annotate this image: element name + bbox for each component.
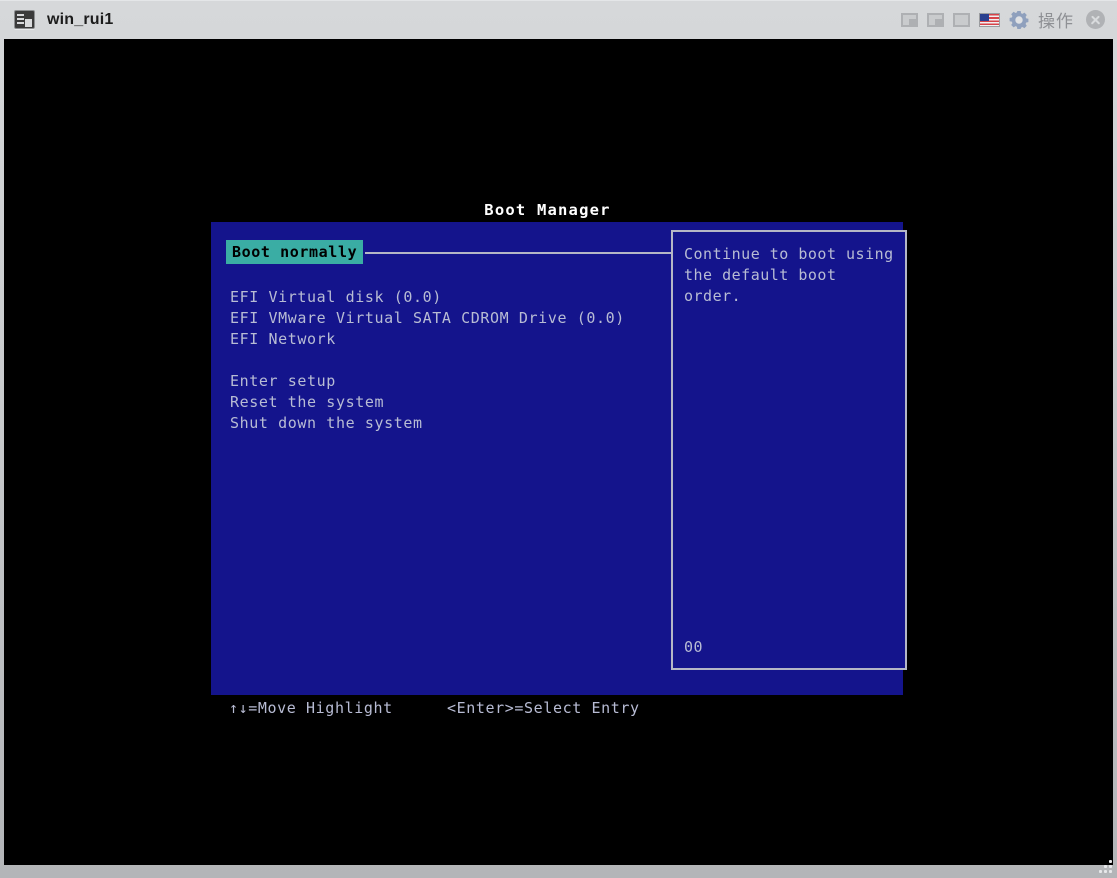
minimize-button[interactable] — [901, 12, 918, 27]
menu-item-shut-down-the-system[interactable]: Shut down the system — [226, 413, 646, 434]
application-window: win_rui1 操作 Boot Manager Boot normally E… — [0, 0, 1117, 878]
menu-item-efi-network[interactable]: EFI Network — [226, 329, 646, 350]
restore-button[interactable] — [927, 12, 944, 27]
menu-item-efi-virtual-disk[interactable]: EFI Virtual disk (0.0) — [226, 287, 646, 308]
us-flag-icon[interactable] — [979, 12, 1000, 27]
action-menu-label[interactable]: 操作 — [1038, 7, 1074, 32]
help-panel: Continue to boot using the default boot … — [671, 230, 907, 670]
selected-row-wrapper: Boot normally — [226, 240, 687, 266]
menu-item-efi-vmware-sata-cdrom[interactable]: EFI VMware Virtual SATA CDROM Drive (0.0… — [226, 308, 646, 329]
keyboard-hints: ↑↓=Move Highlight <Enter>=Select Entry — [211, 699, 903, 717]
menu-item-boot-normally[interactable]: Boot normally — [226, 240, 364, 264]
hint-move-highlight: ↑↓=Move Highlight — [229, 699, 393, 717]
help-text: Continue to boot using the default boot … — [684, 245, 894, 305]
terminal-icon — [14, 10, 35, 29]
vm-screen[interactable]: Boot Manager Boot normally EFI Virtual d… — [4, 39, 1113, 865]
flag-canton — [980, 13, 989, 21]
title-bar: win_rui1 操作 — [0, 1, 1117, 38]
selection-connector-line — [365, 252, 687, 254]
menu-item-enter-setup[interactable]: Enter setup — [226, 371, 646, 392]
menu-item-reset-the-system[interactable]: Reset the system — [226, 392, 646, 413]
bios-boot-manager: Boot Manager Boot normally EFI Virtual d… — [4, 39, 1113, 865]
close-button[interactable] — [1086, 10, 1105, 29]
resize-grip[interactable] — [1098, 860, 1112, 874]
help-status-code: 00 — [684, 638, 704, 656]
hint-select-entry: <Enter>=Select Entry — [447, 699, 640, 717]
boot-menu-panel: Boot normally EFI Virtual disk (0.0) EFI… — [211, 222, 907, 695]
menu-spacer-1 — [226, 266, 646, 287]
page-title: Boot Manager — [484, 201, 611, 219]
gear-icon[interactable] — [1009, 10, 1029, 30]
boot-menu-list: Boot normally EFI Virtual disk (0.0) EFI… — [226, 240, 687, 434]
maximize-button[interactable] — [953, 12, 970, 27]
title-bar-left: win_rui1 — [0, 10, 114, 29]
window-title: win_rui1 — [47, 10, 114, 28]
menu-spacer-2 — [226, 350, 646, 371]
title-bar-controls: 操作 — [901, 7, 1117, 32]
